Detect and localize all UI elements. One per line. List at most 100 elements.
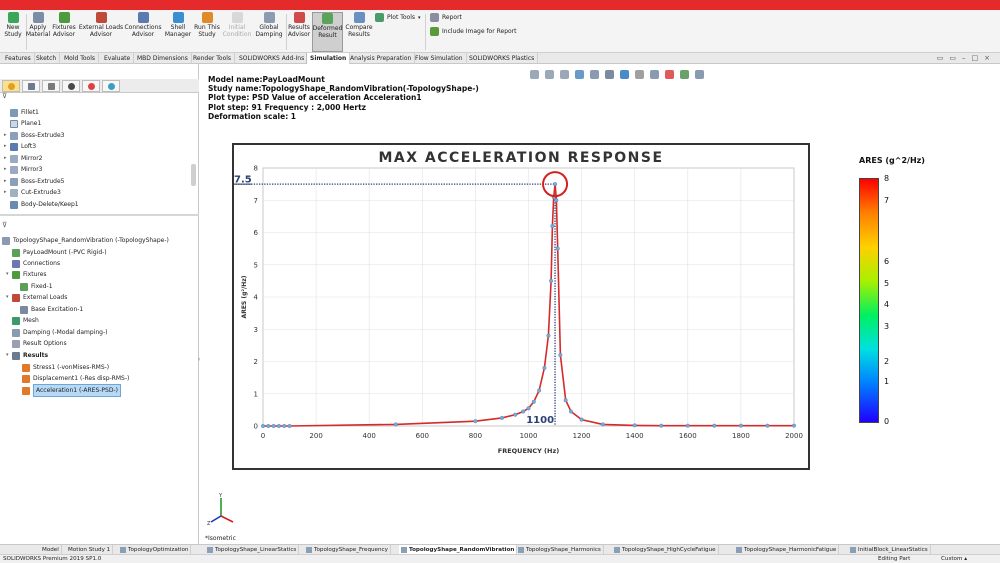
property-manager-tab[interactable] xyxy=(22,80,40,92)
new-study-button[interactable]: New Study xyxy=(2,12,24,52)
damping-icon xyxy=(263,12,275,23)
external-loads-advisor-button[interactable]: External Loads Advisor xyxy=(79,12,123,52)
simulation-display-icon[interactable] xyxy=(620,69,629,79)
previous-view-icon[interactable] xyxy=(560,69,569,79)
tree-item-fillet1[interactable]: Fillet1 xyxy=(4,107,39,118)
plot-tools-button[interactable]: Plot Tools ▾ xyxy=(375,13,421,22)
display-style-icon[interactable] xyxy=(605,69,614,79)
tree-item-fixed-1[interactable]: Fixed-1 xyxy=(20,281,53,292)
window-controls[interactable]: ▭▭–□× xyxy=(937,54,996,62)
global-damping-button[interactable]: Global Damping xyxy=(254,12,284,52)
data-point xyxy=(600,422,605,427)
legend-tick: 8 xyxy=(884,174,890,183)
unit-system-selector[interactable]: Custom ▴ xyxy=(941,555,967,563)
close-icon[interactable]: × xyxy=(984,54,996,62)
filter-icon[interactable]: ⊽ xyxy=(2,221,14,231)
minimize-icon[interactable]: – xyxy=(962,54,972,62)
tree-item-body-delete-keep1[interactable]: Body-Delete/Keep1 xyxy=(4,199,79,210)
study-icon xyxy=(614,546,620,553)
tab-solidworks-plastics[interactable]: SOLIDWORKS Plastics xyxy=(466,53,539,64)
panel-splitter[interactable] xyxy=(0,214,199,216)
compare-results-button[interactable]: Compare Results xyxy=(345,12,373,52)
tab-evaluate[interactable]: Evaluate xyxy=(101,53,135,64)
connections-advisor-button[interactable]: Connections Advisor xyxy=(124,12,162,52)
shell-manager-button[interactable]: Shell Manager xyxy=(164,12,192,52)
display-manager-tab[interactable] xyxy=(82,80,100,92)
eye-icon[interactable] xyxy=(650,69,659,79)
svg-text:Z: Z xyxy=(207,521,211,526)
tree-item-boss-extrude5[interactable]: ▸ Boss-Extrude5 xyxy=(4,176,65,187)
tree-item-mesh[interactable]: Mesh xyxy=(6,315,39,326)
scene-icon[interactable] xyxy=(680,69,689,79)
data-point xyxy=(499,415,504,420)
filter-icon[interactable]: ⊽ xyxy=(2,92,14,102)
report-icon xyxy=(430,13,439,22)
extrude-icon xyxy=(10,131,18,140)
tree-scrollbar[interactable] xyxy=(191,164,196,186)
new-study-icon xyxy=(7,12,19,23)
tab-features[interactable]: Features xyxy=(2,53,35,64)
tree-item-external-loads[interactable]: ▾ External Loads xyxy=(6,292,67,303)
tree-item-mirror2[interactable]: ▸ Mirror2 xyxy=(4,153,43,164)
data-point xyxy=(558,353,563,358)
tab-solidworks-addins[interactable]: SOLIDWORKS Add-Ins xyxy=(236,53,309,64)
tree-item-loft3[interactable]: ▸ Loft3 xyxy=(4,141,36,152)
restore-icon[interactable]: ▭ xyxy=(937,54,950,62)
apply-material-button[interactable]: Apply Material xyxy=(26,12,50,52)
run-study-button[interactable]: Run This Study xyxy=(194,12,220,52)
tab-render-tools[interactable]: Render Tools xyxy=(190,53,236,64)
tile-icon[interactable]: ▭ xyxy=(949,54,962,62)
connections-icon xyxy=(12,259,20,268)
view-orientation-icon[interactable] xyxy=(590,69,599,79)
y-tick-label: 3 xyxy=(254,326,258,334)
tree-item-results[interactable]: ▾ Results xyxy=(6,350,48,361)
zoom-to-area-icon[interactable] xyxy=(545,69,554,79)
tree-item-part[interactable]: PayLoadMount (-PVC Rigid-) xyxy=(6,247,107,258)
section-view-icon[interactable] xyxy=(575,69,584,79)
chevron-down-icon: ▾ xyxy=(418,14,421,21)
edit-appearance-icon[interactable] xyxy=(665,69,674,79)
tree-item-mirror3[interactable]: ▸ Mirror3 xyxy=(4,164,43,175)
tree-item-acceleration1[interactable]: Acceleration1 (-ARES-PSD-) xyxy=(22,384,121,397)
initial-condition-button[interactable]: Initial Condition xyxy=(222,12,252,52)
feature-manager-tab[interactable] xyxy=(2,80,20,92)
tab-sketch[interactable]: Sketch xyxy=(33,53,61,64)
maximize-icon[interactable]: □ xyxy=(972,54,985,62)
tree-item-boss-extrude3[interactable]: ▸ Boss-Extrude3 xyxy=(4,130,65,141)
tree-item-study[interactable]: TopologyShape_RandomVibration (-Topology… xyxy=(2,235,169,246)
hide-show-icon[interactable] xyxy=(635,69,644,79)
tree-item-displacement1[interactable]: Displacement1 (-Res disp-RMS-) xyxy=(22,373,129,384)
data-point xyxy=(792,423,797,428)
graphics-area[interactable]: Model name:PayLoadMount Study name:Topol… xyxy=(200,64,1000,544)
configuration-manager-tab[interactable] xyxy=(42,80,60,92)
tree-item-base-excitation-1[interactable]: Base Excitation-1 xyxy=(20,304,83,315)
report-button[interactable]: Report xyxy=(430,13,462,22)
tree-item-result-options[interactable]: Result Options xyxy=(6,338,67,349)
cam-tab[interactable] xyxy=(102,80,120,92)
tree-item-fixtures[interactable]: ▾ Fixtures xyxy=(6,269,47,280)
tab-simulation[interactable]: Simulation xyxy=(306,53,351,64)
x-tick-label: 1200 xyxy=(573,432,591,440)
plane-icon xyxy=(10,119,18,128)
feature-manager-icon xyxy=(8,83,15,90)
zoom-to-fit-icon[interactable] xyxy=(530,69,539,79)
results-advisor-button[interactable]: Results Advisor xyxy=(287,12,311,52)
tab-flow-simulation[interactable]: Flow Simulation xyxy=(412,53,467,64)
fixtures-advisor-button[interactable]: Fixtures Advisor xyxy=(51,12,77,52)
x-axis-label: FREQUENCY (Hz) xyxy=(498,447,560,455)
deformed-result-button[interactable]: Deformed Result xyxy=(312,12,343,52)
tree-item-stress1[interactable]: Stress1 (-vonMises-RMS-) xyxy=(22,362,109,373)
tab-mold-tools[interactable]: Mold Tools xyxy=(61,53,100,64)
tree-item-damping[interactable]: Damping (-Modal damping-) xyxy=(6,327,107,338)
connections-icon xyxy=(137,12,149,23)
view-settings-icon[interactable] xyxy=(695,69,704,79)
y-tick-label: 4 xyxy=(254,294,259,302)
data-point xyxy=(531,399,536,404)
include-image-button[interactable]: Include Image for Report xyxy=(430,27,517,36)
dimxpert-tab[interactable] xyxy=(62,80,80,92)
tree-item-connections[interactable]: Connections xyxy=(6,258,60,269)
tree-item-plane1[interactable]: Plane1 xyxy=(4,118,41,129)
tree-item-cut-extrude3[interactable]: ▸ Cut-Extrude3 xyxy=(4,187,61,198)
tab-mbd-dimensions[interactable]: MBD Dimensions xyxy=(134,53,192,64)
tab-analysis-preparation[interactable]: Analysis Preparation xyxy=(347,53,416,64)
